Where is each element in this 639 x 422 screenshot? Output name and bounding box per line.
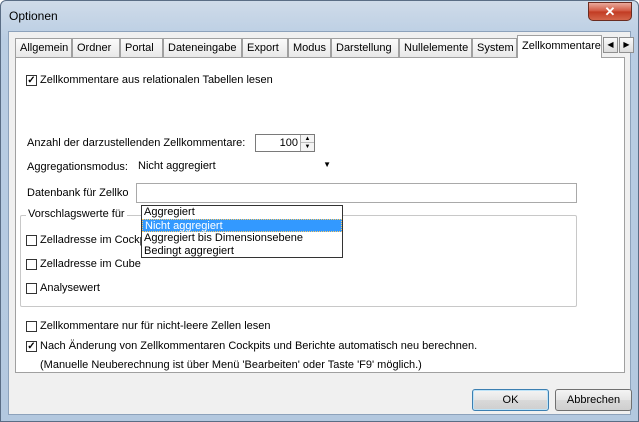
cockpit-address-label: Zelladresse im Cockpit [40,234,152,246]
tab-export[interactable]: Export [242,38,288,57]
relational-checkbox-label: Zellkommentare aus relationalen Tabellen… [40,74,273,86]
nonempty-label: Zellkommentare nur für nicht-leere Zelle… [40,320,271,332]
ok-button[interactable]: OK [472,389,549,411]
tab-scroll-right-icon[interactable]: ▶ [619,37,634,53]
chevron-down-icon[interactable]: ▼ [323,160,331,169]
tab-strip: Allgemein Ordner Portal Dateneingabe Exp… [15,35,634,58]
spin-up-icon[interactable]: ▲ [301,135,314,143]
cancel-button[interactable]: Abbrechen [555,389,632,411]
dialog-body: Allgemein Ordner Portal Dateneingabe Exp… [8,31,634,415]
tab-dateneingabe[interactable]: Dateneingabe [163,38,242,57]
cockpit-address-checkbox[interactable] [26,235,37,246]
tab-portal[interactable]: Portal [120,38,163,57]
tab-darstellung[interactable]: Darstellung [331,38,399,57]
options-dialog: Optionen ✕ Allgemein Ordner Portal Daten… [0,0,639,422]
aggregation-option[interactable]: Aggregiert bis Dimensionsebene [142,232,342,245]
tab-allgemein[interactable]: Allgemein [15,38,72,57]
aggregation-label: Aggregationsmodus: [27,161,128,173]
count-stepper[interactable]: 100 ▲ ▼ [255,134,315,152]
title-bar[interactable]: Optionen ✕ [1,1,638,31]
aggregation-select[interactable]: Nicht aggregiert ▼ [136,158,336,176]
spin-down-icon[interactable]: ▼ [301,143,314,151]
tab-ordner[interactable]: Ordner [72,38,120,57]
spin-buttons: ▲ ▼ [300,135,314,151]
tab-scroll-left-icon[interactable]: ◀ [603,37,618,53]
suggestions-group-title: Vorschlagswerte für [26,208,127,220]
recalc-label: Nach Änderung von Zellkommentaren Cockpi… [40,340,478,352]
database-label: Datenbank für Zellko [27,187,129,199]
relational-checkbox[interactable]: ✓ [26,75,37,86]
tab-zellkommentare[interactable]: Zellkommentare [517,35,602,58]
analysis-value-label: Analysewert [40,282,100,294]
recalc-note: (Manuelle Neuberechnung ist über Menü 'B… [40,359,422,371]
database-field[interactable] [136,183,577,203]
count-label: Anzahl der darzustellenden Zellkommentar… [27,137,246,149]
close-button[interactable]: ✕ [588,2,632,21]
tab-system[interactable]: System [472,38,517,57]
aggregation-selected: Nicht aggregiert [138,160,216,172]
aggregation-option[interactable]: Aggregiert [142,206,342,219]
recalc-checkbox[interactable]: ✓ [26,341,37,352]
aggregation-option-selected[interactable]: Nicht aggregiert [142,219,342,232]
window-title: Optionen [9,9,58,23]
tab-modus[interactable]: Modus [288,38,331,57]
aggregation-dropdown-list[interactable]: Aggregiert Nicht aggregiert Aggregiert b… [141,205,343,258]
cube-address-checkbox[interactable] [26,259,37,270]
zellkommentare-panel: ✓ Zellkommentare aus relationalen Tabell… [15,57,625,373]
nonempty-checkbox[interactable] [26,321,37,332]
cube-address-label: Zelladresse im Cube [40,258,141,270]
tab-nullelemente[interactable]: Nullelemente [399,38,472,57]
aggregation-option[interactable]: Bedingt aggregiert [142,245,342,258]
analysis-value-checkbox[interactable] [26,283,37,294]
count-value[interactable]: 100 [280,137,298,149]
